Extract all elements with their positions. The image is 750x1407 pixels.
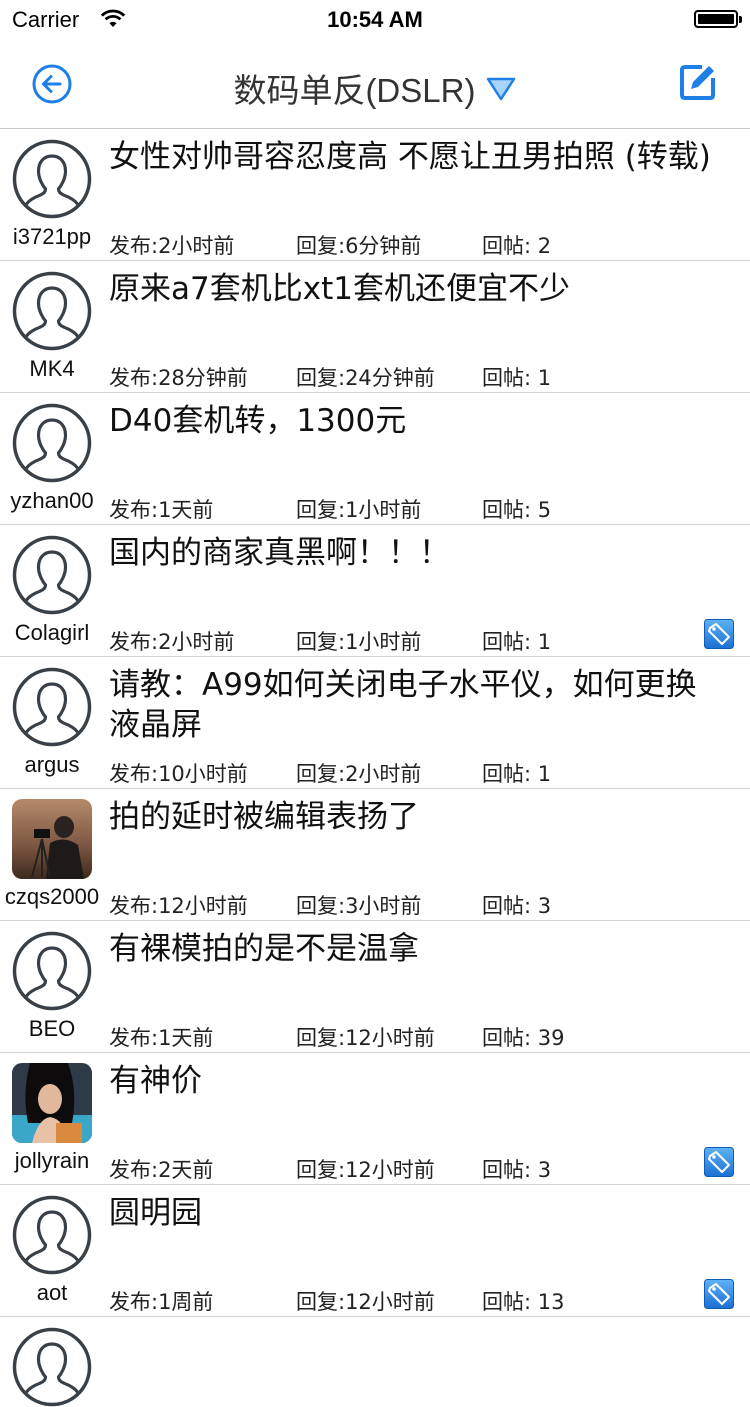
tag-icon xyxy=(704,619,734,649)
thread-title: D40套机转，1300元 xyxy=(109,403,407,439)
reply-count: 回帖: 1 xyxy=(482,630,552,654)
page-title: 数码单反(DSLR) xyxy=(233,72,476,109)
reply-count: 回帖: 13 xyxy=(482,1290,565,1314)
username[interactable]: yzhan00 xyxy=(0,488,104,514)
thread-title: 女性对帅哥容忍度高 不愿让丑男拍照 (转载) xyxy=(109,139,711,175)
last-reply-time: 回复:1小时前 xyxy=(296,498,422,522)
user-avatar-photo[interactable] xyxy=(12,1063,92,1143)
clock: 10:54 AM xyxy=(327,7,423,32)
thread-title: 有裸模拍的是不是温拿 xyxy=(109,931,419,967)
thread-title: 拍的延时被编辑表扬了 xyxy=(109,799,419,835)
forum-selector[interactable]: 数码单反(DSLR) xyxy=(0,64,750,112)
posted-time: 发布:2小时前 xyxy=(109,234,235,258)
thread-row[interactable]: argus 请教：A99如何关闭电子水平仪，如何更换液晶屏发布:10小时前 回复:2… xyxy=(0,657,750,789)
status-bar: Carrier 10:54 AM xyxy=(0,0,750,40)
reply-count: 回帖: 39 xyxy=(482,1026,565,1050)
default-avatar-icon[interactable] xyxy=(12,931,92,1011)
last-reply-time: 回复:12小时前 xyxy=(296,1290,435,1314)
reply-count: 回帖: 3 xyxy=(482,1158,552,1182)
thread-title: 有神价 xyxy=(109,1063,202,1099)
dropdown-triangle-icon xyxy=(486,77,515,101)
username[interactable]: BEO xyxy=(0,1016,104,1042)
thread-row[interactable] xyxy=(0,1317,750,1407)
username[interactable]: Colagirl xyxy=(0,620,104,646)
last-reply-time: 回复:24分钟前 xyxy=(296,366,435,390)
username[interactable]: i3721pp xyxy=(0,224,104,250)
thread-row[interactable]: i3721pp 女性对帅哥容忍度高 不愿让丑男拍照 (转载) 发布:2小时前 回复:6… xyxy=(0,129,750,261)
tag-icon xyxy=(704,1279,734,1309)
thread-row[interactable]: yzhan00 D40套机转，1300元发布:1天前 回复:1小时前 回帖: 5 xyxy=(0,393,750,525)
posted-time: 发布:10小时前 xyxy=(109,762,248,786)
default-avatar-icon[interactable] xyxy=(12,1327,92,1407)
posted-time: 发布:1周前 xyxy=(109,1290,214,1314)
thread-list: i3721pp 女性对帅哥容忍度高 不愿让丑男拍照 (转载) 发布:2小时前 回复:6… xyxy=(0,129,750,1407)
thread-row[interactable]: aot 圆明园发布:1周前 回复:12小时前 回帖: 13 xyxy=(0,1185,750,1317)
username[interactable]: MK4 xyxy=(0,356,104,382)
reply-count: 回帖: 1 xyxy=(482,366,552,390)
battery-icon xyxy=(694,10,742,28)
posted-time: 发布:2小时前 xyxy=(109,630,235,654)
reply-count: 回帖: 2 xyxy=(482,234,552,258)
thread-title: 国内的商家真黑啊！！！ xyxy=(109,535,450,571)
default-avatar-icon[interactable] xyxy=(12,139,92,219)
thread-row[interactable]: MK4 原来a7套机比xt1套机还便宜不少发布:28分钟前 回复:24分钟前 回帖:… xyxy=(0,261,750,393)
posted-time: 发布:12小时前 xyxy=(109,894,248,918)
default-avatar-icon[interactable] xyxy=(12,403,92,483)
reply-count: 回帖: 5 xyxy=(482,498,552,522)
compose-icon xyxy=(680,65,715,100)
last-reply-time: 回复:12小时前 xyxy=(296,1026,435,1050)
username[interactable]: czqs2000 xyxy=(0,884,104,910)
thread-row[interactable]: jollyrain 有神价发布:2天前 回复:12小时前 回帖: 3 xyxy=(0,1053,750,1185)
default-avatar-icon[interactable] xyxy=(12,1195,92,1275)
thread-row[interactable]: BEO 有裸模拍的是不是温拿发布:1天前 回复:12小时前 回帖: 39 xyxy=(0,921,750,1053)
posted-time: 发布:1天前 xyxy=(109,1026,214,1050)
default-avatar-icon[interactable] xyxy=(12,271,92,351)
thread-title: 原来a7套机比xt1套机还便宜不少 xyxy=(109,271,570,307)
posted-time: 发布:2天前 xyxy=(109,1158,214,1182)
thread-row[interactable]: czqs2000 拍的延时被编辑表扬了发布:12小时前 回复:3小时前 回帖: 3 xyxy=(0,789,750,921)
user-avatar-photo[interactable] xyxy=(12,799,92,879)
default-avatar-icon[interactable] xyxy=(12,667,92,747)
last-reply-time: 回复:2小时前 xyxy=(296,762,422,786)
username[interactable]: argus xyxy=(0,752,104,778)
thread-title: 圆明园 xyxy=(109,1195,202,1231)
username[interactable]: aot xyxy=(0,1280,104,1306)
last-reply-time: 回复:3小时前 xyxy=(296,894,422,918)
last-reply-time: 回复:6分钟前 xyxy=(296,234,422,258)
last-reply-time: 回复:12小时前 xyxy=(296,1158,435,1182)
posted-time: 发布:28分钟前 xyxy=(109,366,248,390)
last-reply-time: 回复:1小时前 xyxy=(296,630,422,654)
posted-time: 发布:1天前 xyxy=(109,498,214,522)
default-avatar-icon[interactable] xyxy=(12,535,92,615)
reply-count: 回帖: 3 xyxy=(482,894,552,918)
compose-button[interactable] xyxy=(678,62,718,102)
navigation-bar: 数码单反(DSLR) xyxy=(0,40,750,129)
reply-count: 回帖: 1 xyxy=(482,762,552,786)
thread-title: 请教：A99如何关闭电子水平仪，如何更换液晶屏 xyxy=(109,667,697,743)
tag-icon xyxy=(704,1147,734,1177)
username[interactable]: jollyrain xyxy=(0,1148,104,1174)
thread-row[interactable]: Colagirl 国内的商家真黑啊！！！ 发布:2小时前 回复:1小时前 回帖: 1 xyxy=(0,525,750,657)
